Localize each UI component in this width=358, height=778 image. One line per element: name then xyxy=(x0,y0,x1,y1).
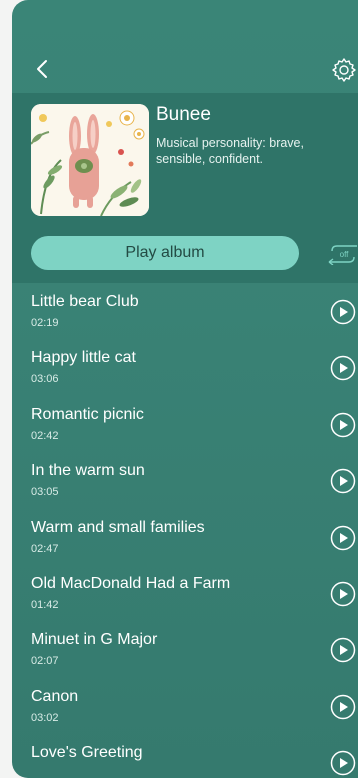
track-title: Romantic picnic xyxy=(31,405,144,423)
play-circle-icon[interactable] xyxy=(330,637,356,663)
play-circle-icon[interactable] xyxy=(330,355,356,381)
track-item[interactable]: Canon 03:02 xyxy=(12,678,358,734)
player-screen: Bunee Musical personality: brave, sensib… xyxy=(12,0,358,778)
track-duration: 02:47 xyxy=(31,542,59,555)
track-duration: 03:05 xyxy=(31,486,59,499)
track-title: Canon xyxy=(31,687,79,705)
back-icon[interactable] xyxy=(32,58,54,80)
track-title: Love's Greeting xyxy=(31,744,143,762)
play-circle-icon[interactable] xyxy=(330,525,356,551)
track-duration: 02:42 xyxy=(31,429,59,442)
track-item[interactable]: Happy little cat 03:06 xyxy=(12,339,358,395)
loop-toggle-label: off xyxy=(340,250,350,259)
track-title: Warm and small families xyxy=(31,518,205,536)
album-cover xyxy=(31,104,149,216)
track-duration: 01:42 xyxy=(31,598,59,611)
track-duration: 02:19 xyxy=(31,317,59,329)
track-item[interactable]: Old MacDonald Had a Farm 01:42 xyxy=(12,565,358,621)
album-header: Bunee Musical personality: brave, sensib… xyxy=(12,93,358,283)
track-title: Little bear Club xyxy=(31,293,139,310)
track-title: Happy little cat xyxy=(31,349,136,367)
album-description: Musical personality: brave, sensible, co… xyxy=(156,136,304,166)
play-circle-icon[interactable] xyxy=(330,750,356,776)
play-album-button[interactable]: Play album xyxy=(31,236,299,270)
track-item[interactable]: In the warm sun 03:05 xyxy=(12,452,358,508)
track-title: In the warm sun xyxy=(31,462,145,480)
play-circle-icon[interactable] xyxy=(330,468,356,494)
track-item[interactable]: Love's Greeting xyxy=(12,734,358,778)
track-title: Old MacDonald Had a Farm xyxy=(31,574,231,592)
album-title: Bunee xyxy=(156,104,211,125)
bunny-illustration xyxy=(31,104,149,216)
loop-toggle-icon[interactable]: off xyxy=(326,243,358,265)
track-item[interactable]: Warm and small families 02:47 xyxy=(12,509,358,565)
play-circle-icon[interactable] xyxy=(330,581,356,607)
settings-gear-icon[interactable] xyxy=(330,56,358,84)
track-item[interactable]: Romantic picnic 02:42 xyxy=(12,396,358,452)
track-duration: 02:07 xyxy=(31,655,59,668)
play-circle-icon[interactable] xyxy=(330,694,356,720)
track-item[interactable]: Minuet in G Major 02:07 xyxy=(12,621,358,677)
track-item[interactable]: Little bear Club 02:19 xyxy=(12,283,358,339)
track-duration: 03:02 xyxy=(31,711,59,724)
track-duration: 03:06 xyxy=(31,373,59,386)
track-title: Minuet in G Major xyxy=(31,631,158,649)
track-list: Little bear Club 02:19 Happy little cat … xyxy=(12,283,358,778)
play-circle-icon[interactable] xyxy=(330,299,356,325)
play-circle-icon[interactable] xyxy=(330,412,356,438)
